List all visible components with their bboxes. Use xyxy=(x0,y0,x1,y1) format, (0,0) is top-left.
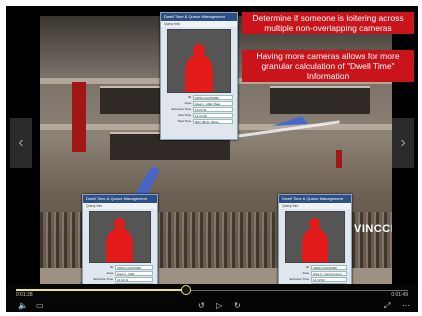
volume-icon: 🔈 xyxy=(18,301,28,310)
person-thumbnail xyxy=(285,211,345,263)
more-icon: ⋯ xyxy=(402,301,410,310)
rewind-button[interactable]: ↺ xyxy=(198,301,205,310)
forward-button[interactable]: ↻ xyxy=(234,301,241,310)
panel-title: Dwell Time & Queue Management xyxy=(83,195,157,203)
callout-dwell-time: Having more cameras allows for more gran… xyxy=(242,50,414,82)
seek-progress xyxy=(16,289,185,291)
forward-icon: ↻ xyxy=(234,301,241,310)
panel-row: Exit Time 14:12:33 xyxy=(165,113,233,118)
panel-row: ID CR01xxx0379496 xyxy=(165,95,233,100)
camera-beam xyxy=(272,116,308,126)
person-silhouette xyxy=(106,228,133,262)
panel-row: Area Area 1 - Mall, Rear xyxy=(165,101,233,106)
rewind-icon: ↺ xyxy=(198,301,205,310)
panel-row: Entrance Time 14:07:01 xyxy=(165,107,233,112)
person-thumbnail xyxy=(89,211,151,263)
play-icon: ▷ xyxy=(216,301,223,310)
seek-handle[interactable] xyxy=(181,285,191,295)
person-silhouette xyxy=(302,228,328,262)
fullscreen-button[interactable]: ⤢ xyxy=(384,301,390,310)
duration-time: 0:01:49 xyxy=(391,292,408,298)
play-button[interactable]: ▷ xyxy=(216,301,222,310)
panel-subtitle: Query Info xyxy=(161,21,237,27)
panel-row: Total Time 00hr 05min 32sec xyxy=(165,119,233,124)
video-player[interactable]: VINCCI Dwell Time & Queue Management Que… xyxy=(6,6,418,312)
panel-row: ID CR01xxx0379496 xyxy=(87,265,153,270)
dwell-panel-top: Dwell Time & Queue Management Query Info… xyxy=(160,12,238,140)
dwell-panel-right: Dwell Time & Queue Management Query Info… xyxy=(278,194,352,296)
dwell-panel-left: Dwell Time & Queue Management Query Info… xyxy=(82,194,158,296)
next-arrow[interactable]: › xyxy=(392,118,414,168)
volume-button[interactable]: 🔈 xyxy=(18,301,28,310)
panel-row: Entrance Time 14:02:11 xyxy=(87,277,153,282)
captions-button[interactable]: ▭ xyxy=(36,301,44,310)
store-sign: VINCCI xyxy=(354,223,392,235)
more-button[interactable]: ⋯ xyxy=(402,301,410,310)
panel-subtitle: Query Info xyxy=(279,203,351,209)
chevron-right-icon: › xyxy=(400,134,406,151)
previous-arrow[interactable]: ‹ xyxy=(10,118,32,168)
chevron-left-icon: ‹ xyxy=(18,134,24,151)
panel-row: ID CR01xxx0379496 xyxy=(283,265,347,270)
captions-icon: ▭ xyxy=(36,301,44,310)
elapsed-time: 0:01:28 xyxy=(16,292,33,298)
fullscreen-icon: ⤢ xyxy=(384,301,391,310)
person-silhouette xyxy=(185,54,213,92)
panel-title: Dwell Time & Queue Management xyxy=(279,195,351,203)
panel-title: Dwell Time & Queue Management xyxy=(161,13,237,21)
person-thumbnail xyxy=(167,29,231,93)
player-controls: 0:01:28 0:01:49 🔈 ▭ ↺ ▷ ↻ ⤢ ⋯ xyxy=(6,284,418,312)
panel-subtitle: Query Info xyxy=(83,203,157,209)
panel-row: Area Area 3 - Centre Court xyxy=(283,271,347,276)
callout-loitering: Determine if someone is loitering across… xyxy=(242,12,414,34)
panel-row: Area Area 2 - Mall xyxy=(87,271,153,276)
panel-row: Entrance Time 14:13:02 xyxy=(283,277,347,282)
